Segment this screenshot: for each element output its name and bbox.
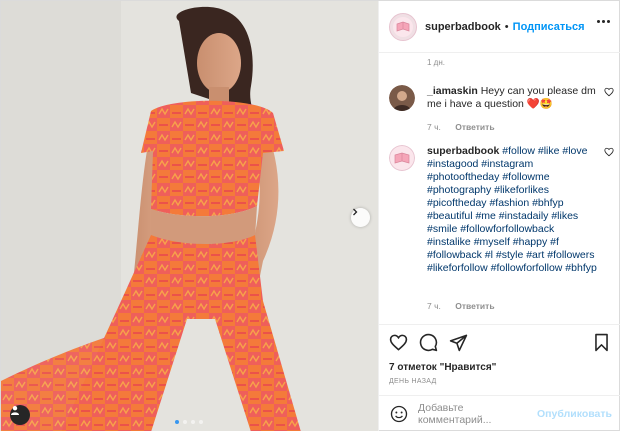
comment-username[interactable]: superbadbook [427,145,499,157]
comment-item: superbadbook #follow #like #love #instag… [389,145,614,315]
user-icon [11,406,19,415]
comment-item: _iamaskin Heyy can you please dm me i ha… [389,85,614,133]
post-photo[interactable] [1,1,378,431]
reply-button[interactable]: Ответить [455,301,494,311]
commenter-avatar[interactable] [389,145,415,171]
comment-text: _iamaskin Heyy can you please dm me i ha… [427,85,597,111]
commenter-avatar[interactable] [389,85,415,111]
hashtag-list[interactable]: #follow #like #love #instagood #instagra… [427,145,597,274]
carousel-dot-active [175,420,179,424]
add-comment-bar: Добавьте комментарий... Опубликовать [379,395,620,431]
author-avatar[interactable] [389,12,417,41]
comment-input[interactable]: Добавьте комментарий... [418,402,537,426]
chevron-right-icon [353,208,358,216]
book-logo-icon [393,16,413,37]
heart-icon[interactable] [389,333,408,352]
book-logo-icon [389,145,415,171]
reply-button[interactable]: Ответить [455,122,494,132]
comment-meta: 7 ч. Ответить [427,122,495,132]
paper-plane-icon[interactable] [449,333,468,352]
emoji-icon[interactable] [390,405,408,423]
comment-username[interactable]: _iamaskin [427,85,478,97]
caption-timestamp: 1 дн. [427,58,445,67]
photo-illustration [1,1,378,431]
instagram-post: superbadbook • Подписаться 1 дн. _iamask… [0,0,620,431]
carousel-dot [199,420,203,424]
publish-button[interactable]: Опубликовать [537,408,612,420]
heart-icon[interactable] [604,87,614,97]
carousel-dot [191,420,195,424]
carousel-dot [183,420,187,424]
carousel-indicator [175,420,203,424]
post-header: superbadbook • Подписаться [379,1,620,53]
post-date: ДЕНЬ НАЗАД [389,378,437,385]
tagged-users-button[interactable] [10,405,30,425]
follow-button[interactable]: Подписаться [513,21,585,33]
comment-icon[interactable] [419,333,438,352]
comment-time: 7 ч. [427,301,441,311]
comment-meta: 7 ч. Ответить [427,301,495,311]
more-options-button[interactable] [597,20,610,23]
header-separator: • [504,20,509,33]
comment-text: superbadbook #follow #like #love #instag… [427,145,597,275]
comment-time: 7 ч. [427,122,441,132]
post-sidebar: superbadbook • Подписаться 1 дн. _iamask… [378,1,620,431]
bookmark-icon[interactable] [592,333,611,352]
likes-count[interactable]: 7 отметок "Нравится" [389,362,496,373]
author-username[interactable]: superbadbook [425,21,501,33]
next-photo-button[interactable] [351,208,370,227]
heart-icon[interactable] [604,147,614,157]
profile-photo-icon [389,85,415,111]
